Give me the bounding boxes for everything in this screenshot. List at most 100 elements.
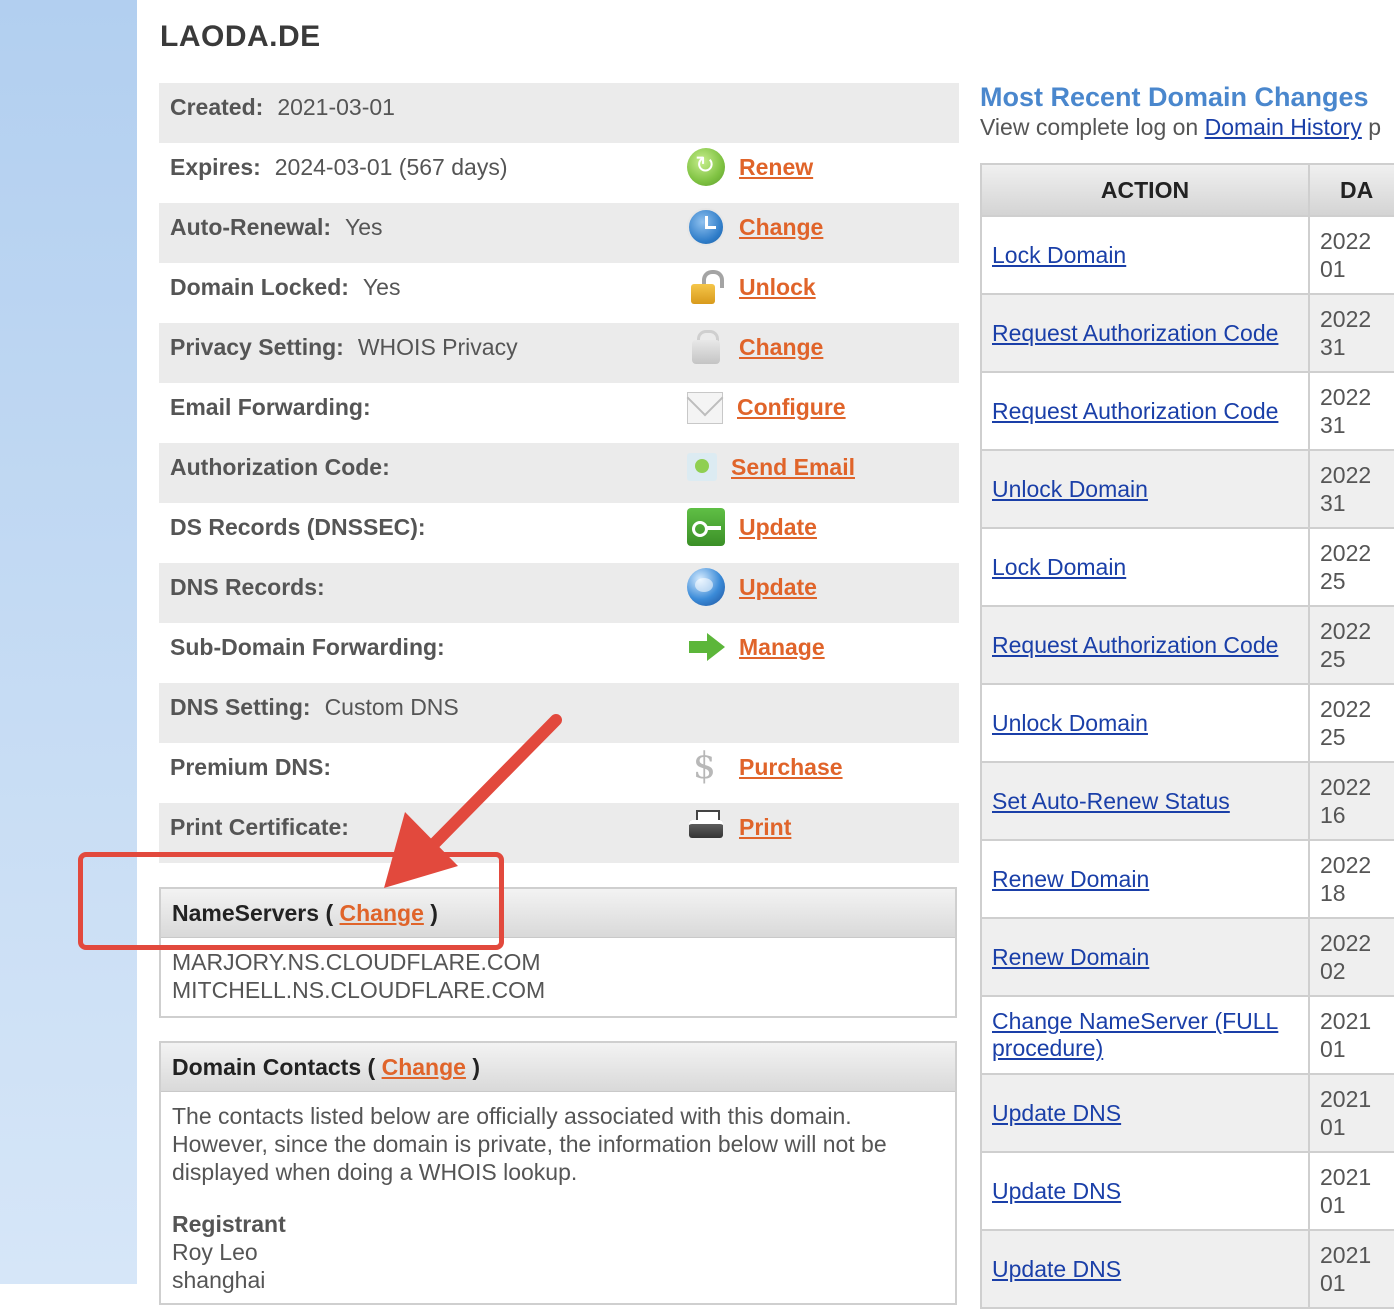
action-link[interactable]: Renew — [739, 154, 813, 181]
date-cell: 2022 16 — [1309, 761, 1394, 840]
date-part: 2021 — [1320, 1164, 1372, 1190]
info-row: DNS Setting: Custom DNS — [159, 683, 959, 743]
action-cell: Request Authorization Code — [981, 605, 1310, 684]
date-part: 2022 — [1320, 930, 1372, 956]
envelope-icon[interactable] — [687, 392, 723, 424]
table-row: Renew Domain 2022 02 — [981, 917, 1394, 996]
action-link[interactable]: Configure — [737, 394, 846, 421]
change-action-link[interactable]: Update DNS — [992, 1178, 1121, 1204]
action-cell: Unlock Domain — [981, 683, 1310, 762]
info-label-text: DS Records (DNSSEC): — [170, 514, 426, 540]
annotation-highlight-box — [78, 852, 504, 950]
key-icon[interactable] — [687, 508, 725, 546]
change-action-link[interactable]: Unlock Domain — [992, 710, 1148, 736]
table-row: Request Authorization Code 2022 31 — [981, 293, 1394, 372]
renew-icon[interactable] — [687, 148, 725, 186]
subtitle-prefix: View complete log on — [980, 114, 1199, 140]
info-label-text: Privacy Setting: — [170, 334, 344, 360]
change-action-link[interactable]: Renew Domain — [992, 944, 1149, 970]
dollar-icon[interactable] — [687, 746, 725, 787]
info-label: Sub-Domain Forwarding: — [170, 623, 445, 671]
date-part: 16 — [1320, 802, 1346, 828]
action-link[interactable]: Change — [739, 334, 823, 361]
domain-contacts-heading: Domain Contacts — [172, 1054, 362, 1080]
domain-history-link[interactable]: Domain History — [1205, 114, 1362, 140]
info-label: Auto-Renewal: Yes — [170, 203, 383, 251]
registrant-heading: Registrant — [172, 1211, 286, 1237]
table-row: Unlock Domain 2022 31 — [981, 449, 1394, 528]
date-part: 2022 — [1320, 618, 1372, 644]
info-label: Premium DNS: — [170, 743, 331, 791]
info-row: Email Forwarding: Configure — [159, 383, 959, 443]
change-action-link[interactable]: Update DNS — [992, 1100, 1121, 1126]
info-action: Manage — [687, 623, 825, 671]
date-cell: 2022 01 — [1309, 215, 1394, 294]
date-part: 01 — [1320, 1270, 1346, 1296]
paren-open: ( — [367, 1054, 376, 1080]
globe-icon[interactable] — [687, 568, 725, 606]
date-part: 01 — [1320, 1114, 1346, 1140]
domain-contacts-box: Domain Contacts ( Change ) The contacts … — [159, 1041, 957, 1305]
info-label: Domain Locked: Yes — [170, 263, 400, 311]
info-label: Privacy Setting: WHOIS Privacy — [170, 323, 518, 371]
info-action: Print — [687, 803, 791, 851]
domain-contacts-change-link[interactable]: Change — [382, 1054, 466, 1080]
info-label: Print Certificate: — [170, 803, 349, 851]
info-label-text: DNS Records: — [170, 574, 325, 600]
change-action-link[interactable]: Request Authorization Code — [992, 320, 1278, 346]
table-row: Request Authorization Code 2022 25 — [981, 605, 1394, 684]
info-row: DNS Records: Update — [159, 563, 959, 623]
date-part: 01 — [1320, 1036, 1346, 1062]
printer-icon[interactable] — [687, 808, 725, 846]
action-cell: Unlock Domain — [981, 449, 1310, 528]
action-link[interactable]: Print — [739, 814, 791, 841]
info-action: Configure — [687, 383, 846, 431]
nameserver-item: MITCHELL.NS.CLOUDFLARE.COM — [172, 977, 546, 1003]
info-label: Email Forwarding: — [170, 383, 371, 431]
action-link[interactable]: Manage — [739, 634, 825, 661]
lock-icon[interactable] — [687, 268, 725, 306]
change-action-link[interactable]: Set Auto-Renew Status — [992, 788, 1230, 814]
table-row: Update DNS 2021 01 — [981, 1229, 1394, 1308]
change-action-link[interactable]: Change NameServer (FULL procedure) — [992, 1008, 1278, 1061]
registrant-city: shanghai — [172, 1267, 266, 1293]
action-cell: Renew Domain — [981, 839, 1310, 918]
info-label-text: Email Forwarding: — [170, 394, 371, 420]
change-action-link[interactable]: Update DNS — [992, 1256, 1121, 1282]
date-part: 2022 — [1320, 462, 1372, 488]
date-part: 2022 — [1320, 696, 1372, 722]
change-action-link[interactable]: Request Authorization Code — [992, 398, 1278, 424]
date-part: 2022 — [1320, 540, 1372, 566]
info-row: Sub-Domain Forwarding: Manage — [159, 623, 959, 683]
date-cell: 2021 01 — [1309, 1073, 1394, 1152]
auth-email-icon[interactable] — [687, 453, 717, 481]
action-link[interactable]: Send Email — [731, 454, 855, 481]
action-link[interactable]: Purchase — [739, 754, 843, 781]
column-header-date: DA — [1309, 164, 1394, 216]
change-action-link[interactable]: Request Authorization Code — [992, 632, 1278, 658]
clock-icon[interactable] — [687, 208, 725, 246]
table-row: Lock Domain 2022 01 — [981, 215, 1394, 294]
info-row: Expires: 2024-03-01 (567 days) Renew — [159, 143, 959, 203]
action-link[interactable]: Change — [739, 214, 823, 241]
info-action: Renew — [687, 143, 813, 191]
action-cell: Lock Domain — [981, 215, 1310, 294]
info-action: Purchase — [687, 743, 843, 791]
date-cell: 2022 31 — [1309, 293, 1394, 372]
change-action-link[interactable]: Unlock Domain — [992, 476, 1148, 502]
change-action-link[interactable]: Lock Domain — [992, 242, 1126, 268]
action-link[interactable]: Update — [739, 574, 817, 601]
action-link[interactable]: Unlock — [739, 274, 816, 301]
action-link[interactable]: Update — [739, 514, 817, 541]
privacy-lock-icon[interactable] — [687, 328, 725, 366]
change-action-link[interactable]: Renew Domain — [992, 866, 1149, 892]
info-row: Authorization Code: Send Email — [159, 443, 959, 503]
date-part: 31 — [1320, 490, 1346, 516]
info-row: Privacy Setting: WHOIS Privacy Change — [159, 323, 959, 383]
table-row: Unlock Domain 2022 25 — [981, 683, 1394, 762]
change-action-link[interactable]: Lock Domain — [992, 554, 1126, 580]
info-label-text: Premium DNS: — [170, 754, 332, 780]
info-label-text: Authorization Code: — [170, 454, 390, 480]
arrow-right-icon[interactable] — [687, 628, 725, 666]
action-cell: Request Authorization Code — [981, 293, 1310, 372]
